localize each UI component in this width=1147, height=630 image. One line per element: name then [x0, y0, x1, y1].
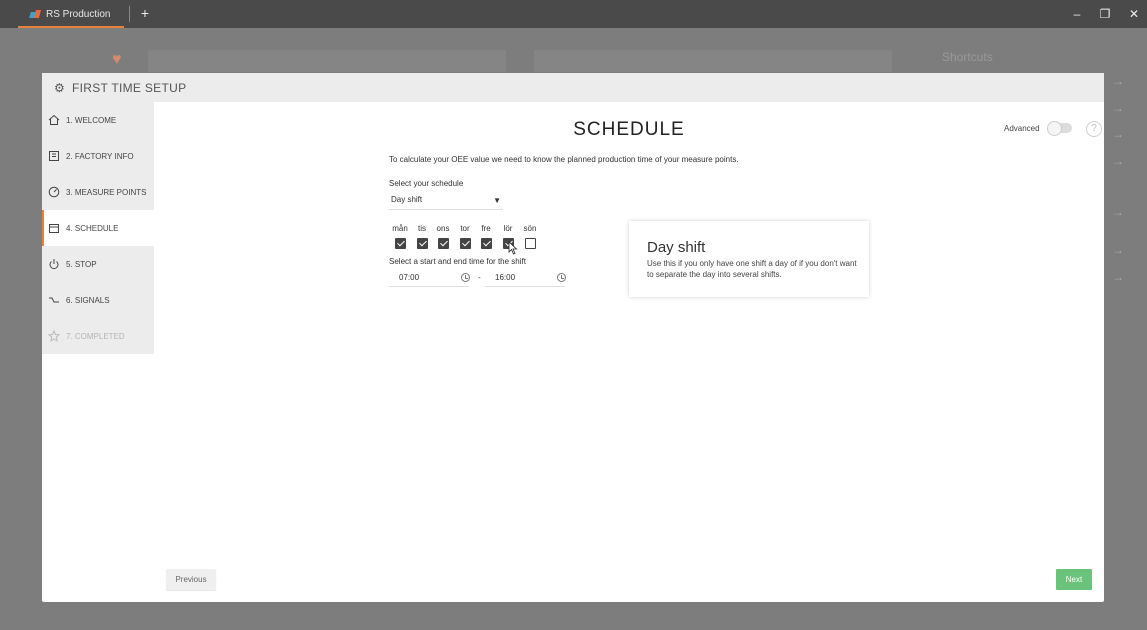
day-checkbox-tue[interactable] [417, 238, 428, 249]
start-time-input[interactable]: 07:00 [389, 271, 469, 287]
arrow-right-icon: → [1112, 154, 1124, 168]
day-label-wed: ons [436, 224, 450, 233]
info-text: Use this if you only have one shift a da… [647, 259, 857, 279]
next-button[interactable]: Next [1056, 569, 1092, 590]
intro-text: To calculate your OEE value we need to k… [389, 155, 739, 164]
step-factory-info[interactable]: 2. FACTORY INFO [42, 138, 154, 174]
arrow-right-icon: → [1112, 270, 1124, 284]
calendar-icon [48, 222, 60, 234]
tab-separator [129, 6, 130, 22]
clock-icon[interactable] [461, 273, 470, 282]
home-icon [48, 114, 60, 126]
step-welcome[interactable]: 1. WELCOME [42, 102, 154, 138]
step-label: 6. SIGNALS [66, 295, 110, 305]
background-shortcuts-title: Shortcuts [942, 50, 993, 64]
step-label: 7. COMPLETED [66, 331, 125, 341]
shift-time-label: Select a start and end time for the shif… [389, 257, 526, 266]
arrow-right-icon: → [1112, 74, 1124, 88]
window-titlebar: RS Production + – ❐ ✕ [0, 0, 1147, 28]
schedule-select[interactable]: Day shift ▼ [389, 192, 503, 210]
end-time-input[interactable]: 16:00 [485, 271, 565, 287]
page-title: SCHEDULE [573, 119, 685, 140]
setup-steps-sidebar: 1. WELCOME 2. FACTORY INFO 3. MEASURE PO… [42, 102, 154, 354]
gear-icon: ⚙ [54, 80, 65, 95]
arrow-right-icon: → [1112, 243, 1124, 257]
info-title: Day shift [647, 239, 706, 256]
previous-button[interactable]: Previous [166, 569, 216, 590]
day-checkbox-fri[interactable] [481, 238, 492, 249]
day-checkbox-sun[interactable] [525, 238, 536, 249]
app-tab[interactable]: RS Production [18, 0, 124, 28]
step-label: 2. FACTORY INFO [66, 151, 134, 161]
step-label: 1. WELCOME [66, 115, 117, 125]
background-card [148, 50, 506, 72]
arrow-right-icon: → [1112, 205, 1124, 219]
minimize-button[interactable]: – [1069, 6, 1085, 22]
chevron-down-icon: ▼ [493, 196, 501, 205]
step-label: 4. SCHEDULE [66, 223, 119, 233]
step-schedule[interactable]: 4. SCHEDULE [42, 210, 154, 246]
day-label-sun: sön [523, 224, 537, 233]
advanced-toggle[interactable] [1047, 121, 1072, 136]
step-measure-points[interactable]: 3. MEASURE POINTS [42, 174, 154, 210]
maximize-button[interactable]: ❐ [1097, 6, 1113, 22]
first-time-setup-dialog: ⚙ FIRST TIME SETUP 1. WELCOME 2. FACTORY… [42, 73, 1104, 602]
new-tab-button[interactable]: + [138, 5, 152, 21]
day-label-tue: tis [418, 224, 426, 233]
step-signals[interactable]: 6. SIGNALS [42, 282, 154, 318]
factory-icon [48, 150, 60, 162]
step-completed[interactable]: 7. COMPLETED [42, 318, 154, 354]
day-checkbox-thu[interactable] [460, 238, 471, 249]
help-icon[interactable]: ? [1086, 121, 1102, 137]
mouse-cursor-icon [508, 241, 518, 255]
day-checkbox-mon[interactable] [395, 238, 406, 249]
day-label-mon: mån [392, 224, 408, 233]
schedule-info-card: Day shift Use this if you only have one … [629, 221, 869, 297]
clock-icon[interactable] [557, 273, 566, 282]
advanced-label: Advanced [1004, 124, 1040, 133]
dialog-title: FIRST TIME SETUP [72, 80, 187, 95]
time-separator: - [478, 273, 481, 282]
arrow-right-icon: → [1112, 127, 1124, 141]
day-label-thu: tor [460, 224, 470, 233]
dialog-header: ⚙ FIRST TIME SETUP [42, 73, 1104, 102]
gauge-icon [48, 186, 60, 198]
signal-icon [48, 294, 60, 306]
close-window-button[interactable]: ✕ [1126, 6, 1142, 22]
app-logo-icon [30, 9, 40, 19]
power-icon [48, 258, 60, 270]
step-label: 5. STOP [66, 259, 97, 269]
schedule-select-value: Day shift [391, 195, 423, 204]
step-label: 3. MEASURE POINTS [66, 187, 147, 197]
tab-title: RS Production [46, 8, 111, 20]
arrow-right-icon: → [1112, 101, 1124, 115]
step-stop[interactable]: 5. STOP [42, 246, 154, 282]
day-checkbox-wed[interactable] [438, 238, 449, 249]
background-card [534, 50, 892, 72]
schedule-select-label: Select your schedule [389, 179, 464, 188]
day-label-fri: fre [481, 224, 491, 233]
star-icon [48, 330, 60, 342]
heart-icon: ♥ [112, 51, 122, 68]
day-label-sat: lör [503, 224, 513, 233]
